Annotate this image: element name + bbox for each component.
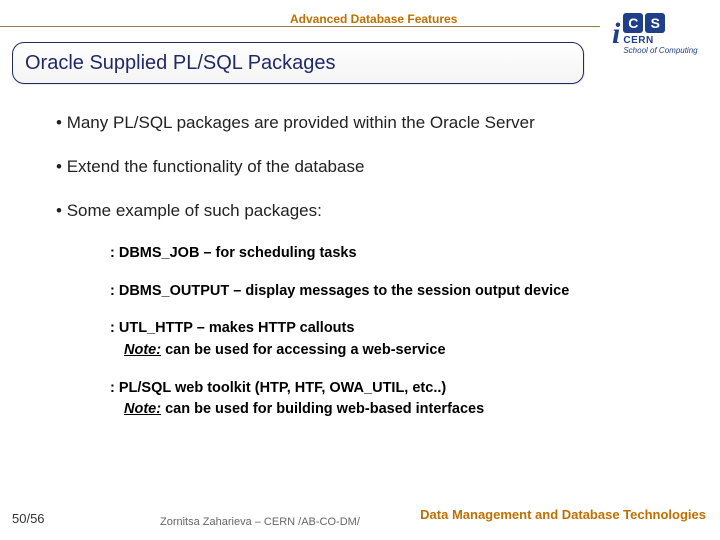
course-header: Advanced Database Features — [290, 12, 457, 26]
slide-title-pill: Oracle Supplied PL/SQL Packages — [12, 42, 584, 84]
bullet-1: Many PL/SQL packages are provided within… — [56, 112, 690, 134]
note-text: can be used for building web-based inter… — [161, 401, 484, 417]
footer-track: Data Management and Database Technologie… — [420, 507, 706, 522]
slide-title: Oracle Supplied PL/SQL Packages — [25, 52, 336, 75]
slide-footer: 50/56 Zornitsa Zaharieva – CERN /AB-CO-D… — [0, 502, 720, 530]
sub-utl-http: UTL_HTTP – makes HTTP callouts Note: can… — [110, 319, 690, 360]
pkg-name: DBMS_OUTPUT — [119, 283, 229, 299]
pkg-name: PL/SQL web toolkit (HTP, HTF, OWA_UTIL, … — [119, 380, 446, 396]
page-number: 50/56 — [12, 511, 45, 526]
note-text: can be used for accessing a web-service — [161, 342, 446, 358]
pkg-desc: – for scheduling tasks — [199, 245, 356, 261]
slide-content: Many PL/SQL packages are provided within… — [56, 112, 690, 438]
sub-dbms-output: DBMS_OUTPUT – display messages to the se… — [110, 282, 690, 302]
logo-school-text: School of Computing — [623, 46, 697, 55]
pkg-name: UTL_HTTP — [119, 320, 193, 336]
pkg-desc: – display messages to the session output… — [229, 283, 569, 299]
cern-school-logo: i C S CERN School of Computing — [612, 6, 710, 62]
logo-s-icon: S — [645, 13, 665, 33]
note-label: Note: — [124, 342, 161, 358]
pkg-desc: – makes HTTP callouts — [193, 320, 355, 336]
footer-author: Zornitsa Zaharieva – CERN /AB-CO-DM/ — [160, 516, 360, 528]
bullet-2: Extend the functionality of the database — [56, 156, 690, 178]
logo-c-icon: C — [623, 13, 643, 33]
pkg-name: DBMS_JOB — [119, 245, 200, 261]
note-label: Note: — [124, 401, 161, 417]
sub-dbms-job: DBMS_JOB – for scheduling tasks — [110, 244, 690, 264]
logo-i-icon: i — [612, 17, 620, 51]
logo-cern-text: CERN — [623, 35, 653, 46]
header-divider — [0, 26, 600, 27]
sub-web-toolkit: PL/SQL web toolkit (HTP, HTF, OWA_UTIL, … — [110, 379, 690, 420]
sub-package-list: DBMS_JOB – for scheduling tasks DBMS_OUT… — [110, 244, 690, 419]
bullet-3: Some example of such packages: — [56, 200, 690, 222]
